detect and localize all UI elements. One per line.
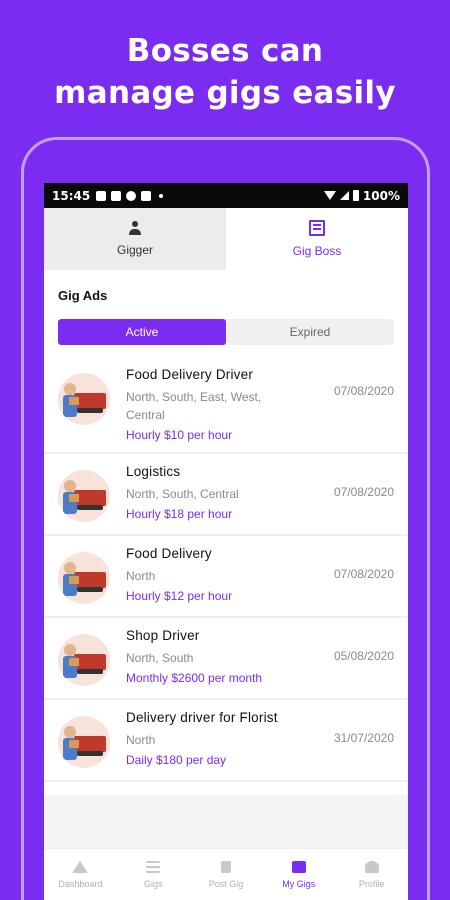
- list-item[interactable]: Delivery driver for Florist North Daily …: [44, 700, 408, 782]
- status-filter: Active Expired: [58, 319, 394, 345]
- delivery-avatar-icon: [58, 634, 110, 686]
- gig-pay: Monthly $2600 per month: [126, 671, 263, 685]
- gig-pay: Hourly $18 per hour: [126, 507, 233, 521]
- tab-gigger-label: Gigger: [116, 243, 154, 257]
- person-icon: [128, 221, 142, 235]
- list-item[interactable]: Shop Driver North, South Monthly $2600 p…: [44, 618, 408, 700]
- nav-gigs-label: Gigs: [143, 878, 163, 889]
- gig-title: Food Delivery Driver: [126, 367, 254, 382]
- gig-location: North, South, East, West, Central: [126, 390, 262, 422]
- gig-location: North: [126, 569, 156, 583]
- battery-level: 100%: [362, 188, 400, 203]
- gig-pay: Daily $180 per day: [126, 753, 227, 767]
- upload-icon: [220, 860, 231, 873]
- tab-gigger[interactable]: Gigger: [44, 208, 226, 270]
- message-notification-icon: [141, 190, 152, 201]
- list-item[interactable]: Logistics North, South, Central Hourly $…: [44, 454, 408, 536]
- filter-active-button[interactable]: Active: [58, 319, 226, 345]
- nav-post-gig-label: Post Gig: [208, 878, 244, 889]
- gig-pay: Hourly $12 per hour: [126, 589, 233, 603]
- gig-location: North: [126, 733, 156, 747]
- delivery-avatar-icon: [58, 373, 110, 425]
- app-screen: 15:45 100% Gigger Gig Boss Gig Ads Activ…: [44, 183, 408, 900]
- building-icon: [309, 220, 325, 236]
- delivery-avatar-icon: [58, 552, 110, 604]
- gig-title: Delivery driver for Florist: [126, 710, 278, 725]
- signal-icon: [339, 191, 349, 200]
- status-time: 15:45: [52, 188, 91, 203]
- gig-location: North, South, Central: [126, 487, 239, 501]
- gig-date: 07/08/2020: [333, 567, 394, 581]
- status-right: 100%: [323, 188, 400, 203]
- wifi-icon: [323, 191, 336, 200]
- nav-my-gigs-label: My Gigs: [282, 878, 316, 889]
- nav-profile-label: Profile: [358, 878, 385, 889]
- gig-title: Food Delivery: [126, 546, 212, 561]
- gig-title: Logistics: [126, 464, 181, 479]
- tab-gig-boss[interactable]: Gig Boss: [226, 208, 408, 270]
- nav-profile[interactable]: Profile: [335, 849, 408, 900]
- gig-title: Shop Driver: [126, 628, 200, 643]
- list-item[interactable]: Food Delivery North Hourly $12 per hour …: [44, 536, 408, 618]
- delivery-avatar-icon: [58, 470, 110, 522]
- nav-gigs[interactable]: Gigs: [117, 849, 190, 900]
- profile-icon: [364, 860, 379, 873]
- status-bar: 15:45 100%: [44, 183, 408, 208]
- headline-line-1: Bosses can: [126, 33, 324, 69]
- my-gigs-icon: [291, 860, 306, 873]
- delivery-avatar-icon: [58, 716, 110, 768]
- image-notification-icon: [96, 190, 107, 201]
- document-notification-icon: [111, 190, 122, 201]
- nav-dashboard-label: Dashboard: [58, 878, 103, 889]
- list-item[interactable]: Food Delivery Driver North, South, East,…: [44, 357, 408, 454]
- filter-expired-button[interactable]: Expired: [226, 319, 394, 345]
- facebook-notification-icon: [126, 190, 137, 201]
- nav-dashboard[interactable]: Dashboard: [44, 849, 117, 900]
- gig-ads-panel: Gig Ads Active Expired Food Delivery Dri…: [44, 270, 408, 795]
- bottom-nav: Dashboard Gigs Post Gig My Gigs Profile: [44, 848, 408, 900]
- gig-date: 05/08/2020: [333, 649, 394, 663]
- list-icon: [146, 860, 161, 873]
- role-tabs: Gigger Gig Boss: [44, 208, 408, 270]
- gig-date: 31/07/2020: [333, 731, 394, 745]
- section-title: Gig Ads: [58, 288, 108, 303]
- more-notifications-icon: [159, 193, 164, 198]
- gig-location: North, South: [126, 651, 194, 665]
- tab-gig-boss-label: Gig Boss: [292, 244, 342, 258]
- headline-line-2: manage gigs easily: [54, 75, 396, 111]
- gig-pay: Hourly $10 per hour: [126, 428, 233, 442]
- battery-icon: [352, 190, 359, 201]
- home-icon: [72, 860, 89, 873]
- nav-post-gig[interactable]: Post Gig: [190, 849, 263, 900]
- promo-headline: Bosses can manage gigs easily: [0, 30, 450, 114]
- gig-list: Food Delivery Driver North, South, East,…: [44, 357, 408, 782]
- gig-date: 07/08/2020: [333, 485, 394, 499]
- gig-date: 07/08/2020: [333, 384, 394, 398]
- nav-my-gigs[interactable]: My Gigs: [262, 849, 335, 900]
